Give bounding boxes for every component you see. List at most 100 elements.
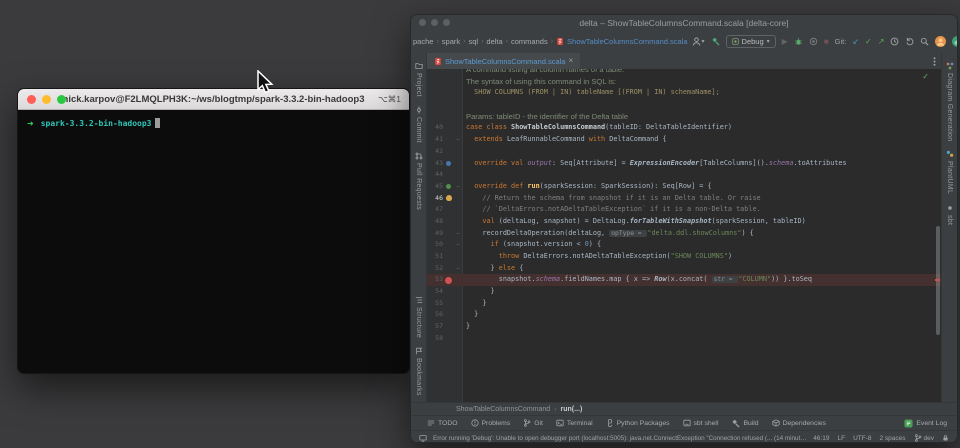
git-branch-widget[interactable]: dev xyxy=(914,434,934,442)
fold-marker[interactable]: − xyxy=(454,134,462,146)
code-line[interactable]: 47 // `DeltaErrors.notADeltaTableExcepti… xyxy=(427,204,941,216)
code-line[interactable]: 40case class ShowTableColumnsCommand(tab… xyxy=(427,122,941,134)
impl-icon[interactable] xyxy=(446,184,451,189)
gutter-icon-slot[interactable] xyxy=(443,184,454,189)
override-icon[interactable] xyxy=(446,161,451,166)
zoom-button[interactable] xyxy=(443,19,450,26)
avatar-green-button[interactable] xyxy=(952,36,957,47)
tab-close-icon[interactable]: × xyxy=(568,57,573,65)
line-number[interactable]: 46 xyxy=(427,193,443,205)
bulb-icon[interactable] xyxy=(446,195,452,201)
fold-marker[interactable]: − xyxy=(454,228,462,240)
breadcrumb-file[interactable]: ShowTableColumnsCommand.scala xyxy=(556,37,687,46)
line-number[interactable]: 58 xyxy=(427,333,443,345)
breadcrumb-item-commands[interactable]: commands xyxy=(511,37,548,46)
git-commit-button[interactable]: ✓ xyxy=(865,38,872,46)
terminal-titlebar[interactable]: nick.karpov@F2LMQLPH3K:~/ws/blogtmp/spar… xyxy=(18,89,409,110)
close-button[interactable] xyxy=(27,95,36,104)
line-ending-indicator[interactable]: LF xyxy=(837,435,845,442)
navbar-class-crumb[interactable]: ShowTableColumnsCommand xyxy=(456,406,550,413)
user-menu-button[interactable]: ▾ xyxy=(692,37,705,46)
code-line[interactable]: 42 xyxy=(427,146,941,158)
tool-stripe-pull-requests[interactable]: Pull Requests xyxy=(415,152,423,210)
indent-indicator[interactable]: 2 spaces xyxy=(879,435,905,442)
code-editor[interactable]: A command listing all column names of a … xyxy=(427,69,941,402)
search-button[interactable] xyxy=(920,37,929,46)
tool-stripe-plantuml[interactable]: PlantUML xyxy=(946,150,954,194)
line-number[interactable]: 51 xyxy=(427,251,443,263)
code-text[interactable]: recordDeltaOperation(deltaLog, opType = … xyxy=(462,228,754,240)
code-text[interactable]: val (deltaLog, snapshot) = DeltaLog.forT… xyxy=(462,216,806,228)
code-text[interactable]: override val output: Seq[Attribute] = Ex… xyxy=(462,158,847,170)
gutter-icon-slot[interactable] xyxy=(443,195,454,201)
line-number[interactable]: 42 xyxy=(427,146,443,158)
caret-position[interactable]: 46:19 xyxy=(813,435,829,442)
ide-window[interactable]: delta – ShowTableColumnsCommand.scala [d… xyxy=(410,14,958,443)
code-line[interactable]: 53 snapshot.schema.fieldNames.map { x =>… xyxy=(427,274,941,286)
line-number[interactable]: 41 xyxy=(427,134,443,146)
git-update-button[interactable]: ↙ xyxy=(852,38,859,46)
zoom-button[interactable] xyxy=(57,95,66,104)
line-number[interactable]: 52 xyxy=(427,263,443,275)
code-line[interactable]: 45− override def run(sparkSession: Spark… xyxy=(427,181,941,193)
tool-window-button-event-log[interactable]: Event Log xyxy=(904,419,947,428)
run-button[interactable]: ▶ xyxy=(782,38,788,46)
code-line[interactable]: 55 } xyxy=(427,298,941,310)
fold-marker[interactable]: − xyxy=(454,239,462,251)
tool-stripe-commit[interactable]: Commit xyxy=(415,106,423,143)
minimize-button[interactable] xyxy=(42,95,51,104)
line-number[interactable]: 43 xyxy=(427,158,443,170)
tab-options-kebab-icon[interactable] xyxy=(933,57,941,66)
code-line[interactable]: 58 xyxy=(427,333,941,345)
code-text[interactable]: throw DeltaErrors.notADeltaTableExceptio… xyxy=(462,251,732,263)
git-push-button[interactable]: ↗ xyxy=(878,38,885,46)
tool-window-button-build[interactable]: Build xyxy=(731,419,758,428)
minimize-button[interactable] xyxy=(431,19,438,26)
line-number[interactable]: 44 xyxy=(427,169,443,181)
gutter-icon-slot[interactable] xyxy=(443,161,454,166)
code-text[interactable]: } xyxy=(462,286,495,298)
fold-marker[interactable]: − xyxy=(454,181,462,193)
code-text[interactable]: } xyxy=(462,298,486,310)
tool-window-button-terminal[interactable]: Terminal xyxy=(556,419,593,427)
inspection-status-icon[interactable]: ✓ xyxy=(922,72,929,81)
breadcrumb-item-pache[interactable]: pache xyxy=(413,37,433,46)
code-text[interactable]: override def run(sparkSession: SparkSess… xyxy=(462,181,712,193)
fold-marker[interactable]: − xyxy=(454,263,462,275)
stop-button[interactable]: ■ xyxy=(824,38,829,46)
run-config-combo[interactable]: Debug▾ xyxy=(726,35,776,48)
code-line[interactable]: 50− if (snapshot.version < 0) { xyxy=(427,239,941,251)
encoding-indicator[interactable]: UTF-8 xyxy=(853,435,871,442)
tool-window-button-dependencies[interactable]: Dependencies xyxy=(772,419,826,427)
tool-window-button-sbt-shell[interactable]: sbt shell xyxy=(683,419,719,427)
line-number[interactable]: 55 xyxy=(427,298,443,310)
breadcrumb-item-delta[interactable]: delta xyxy=(486,37,502,46)
code-line[interactable]: 49− recordDeltaOperation(deltaLog, opTyp… xyxy=(427,228,941,240)
code-line[interactable]: 41− extends LeafRunnableCommand with Del… xyxy=(427,134,941,146)
line-number[interactable]: 53 xyxy=(427,274,443,286)
code-line[interactable]: 54 } xyxy=(427,286,941,298)
code-text[interactable]: } xyxy=(462,321,470,333)
tool-window-switcher-icon[interactable] xyxy=(419,434,427,442)
terminal-window[interactable]: nick.karpov@F2LMQLPH3K:~/ws/blogtmp/spar… xyxy=(17,88,410,374)
avatar-orange-button[interactable] xyxy=(935,36,946,47)
build-hammer-button[interactable] xyxy=(711,37,720,46)
line-number[interactable]: 49 xyxy=(427,228,443,240)
code-line[interactable]: 44 xyxy=(427,169,941,181)
code-line[interactable]: 46 // Return the schema from snapshot if… xyxy=(427,193,941,205)
code-line[interactable]: 51 throw DeltaErrors.notADeltaTableExcep… xyxy=(427,251,941,263)
terminal-content[interactable]: ➜spark-3.3.2-bin-hadoop3 xyxy=(18,110,409,138)
line-number[interactable]: 40 xyxy=(427,122,443,134)
history-button[interactable] xyxy=(890,37,899,46)
tool-window-button-git[interactable]: Git xyxy=(523,419,543,427)
navbar-method-crumb[interactable]: run(...) xyxy=(561,406,583,413)
code-text[interactable]: snapshot.schema.fieldNames.map { x => Ro… xyxy=(462,274,812,286)
code-line[interactable]: 48 val (deltaLog, snapshot) = DeltaLog.f… xyxy=(427,216,941,228)
gutter-icon-slot[interactable] xyxy=(443,277,454,284)
breadcrumb-item-spark[interactable]: spark xyxy=(442,37,460,46)
editor-scrollbar[interactable] xyxy=(934,69,941,402)
code-line[interactable]: 57} xyxy=(427,321,941,333)
breakpoint-icon[interactable] xyxy=(445,277,452,284)
tool-stripe-sbt[interactable]: sbt xyxy=(946,204,954,225)
rollback-button[interactable] xyxy=(905,37,914,46)
